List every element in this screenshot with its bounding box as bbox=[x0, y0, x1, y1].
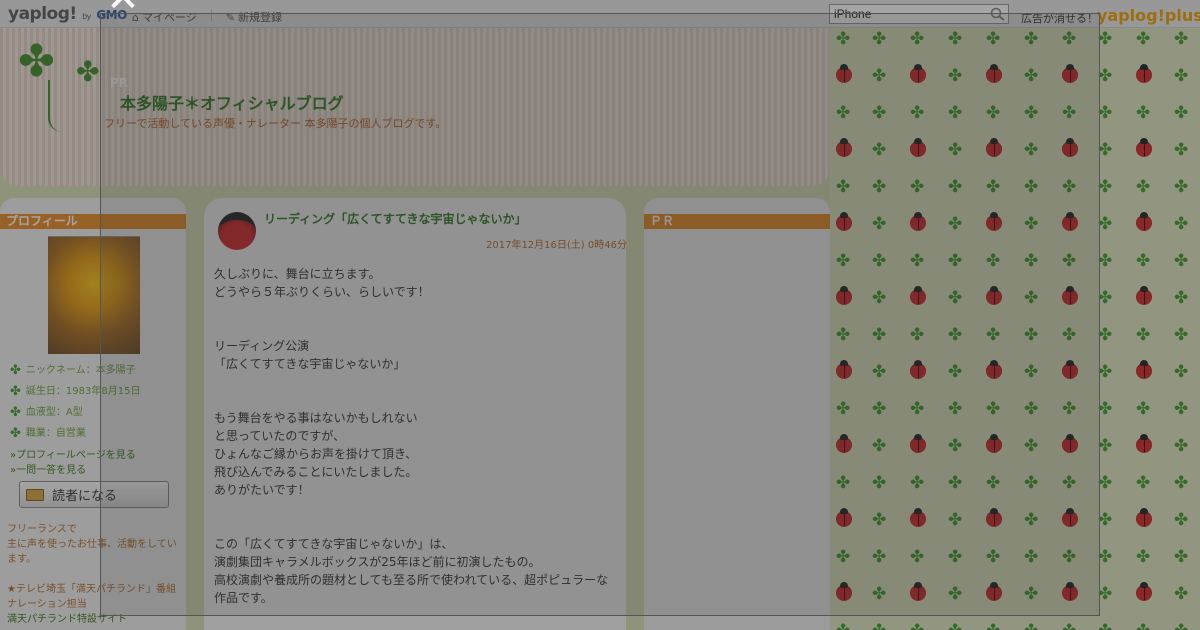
modal-frame bbox=[100, 13, 1100, 616]
close-icon[interactable]: ✕ bbox=[100, 0, 146, 18]
